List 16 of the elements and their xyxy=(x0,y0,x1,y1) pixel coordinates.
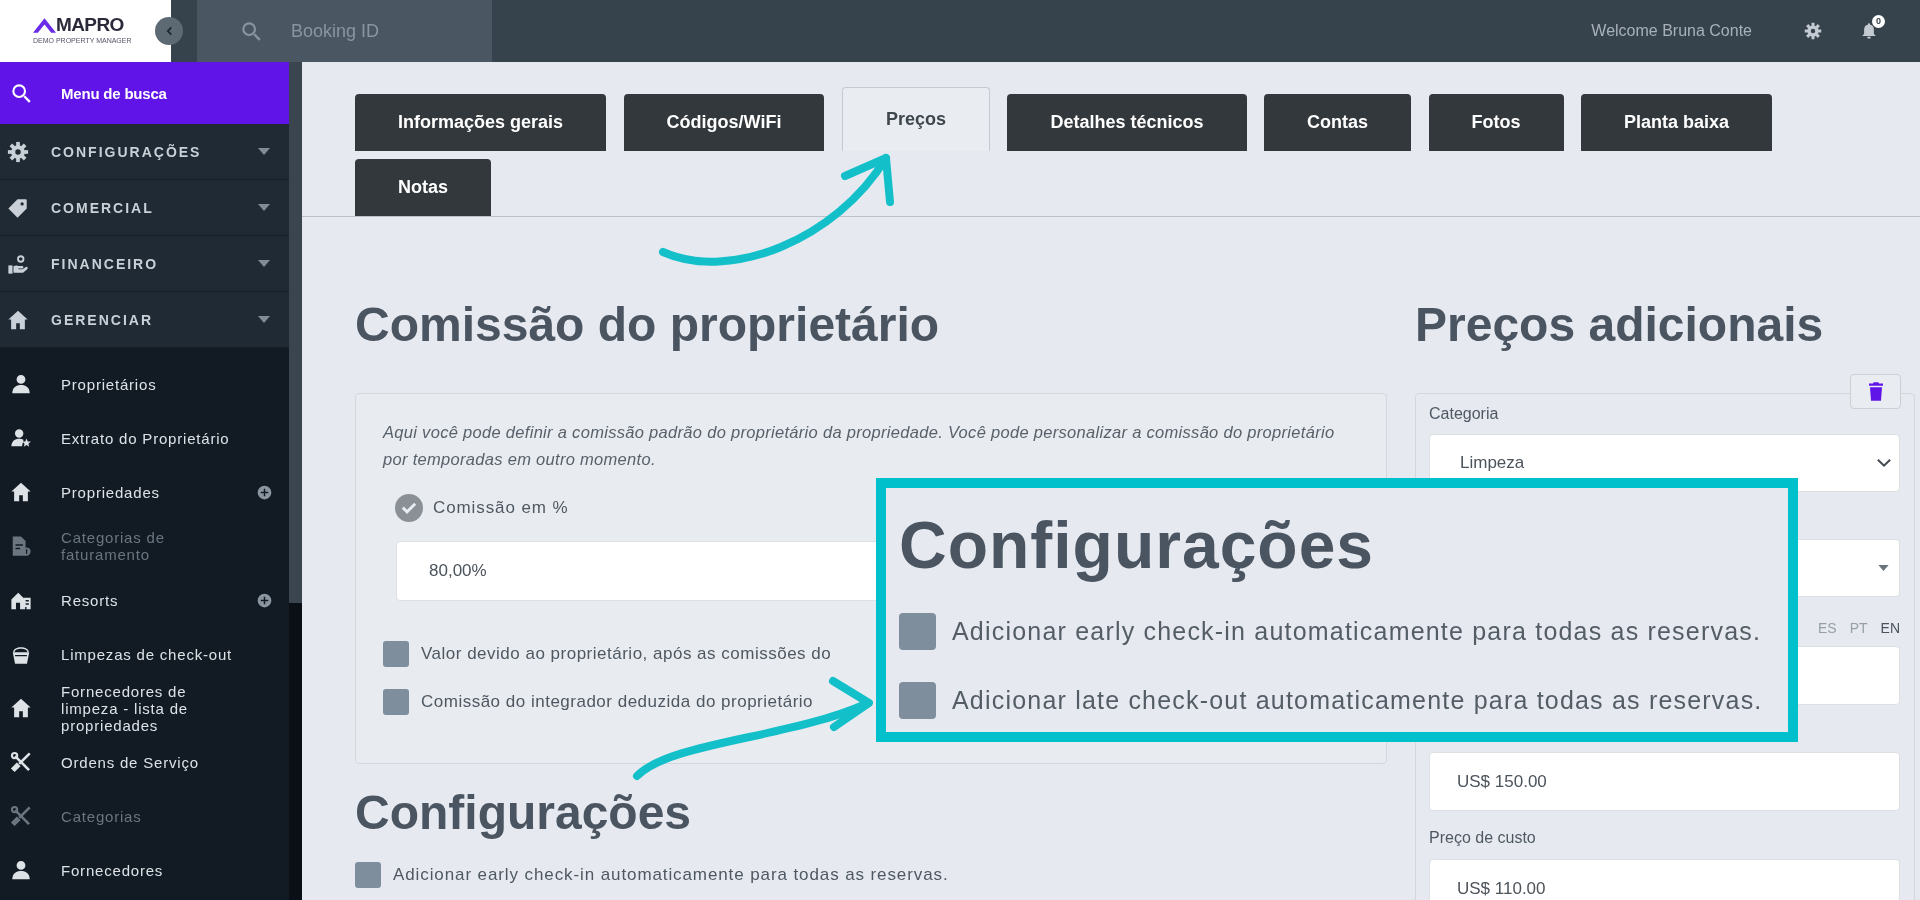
option-label: Comissão em % xyxy=(433,498,569,518)
checkbox-label: Comissão do integrador deduzida do proprietário xyxy=(421,692,814,712)
checkbox-label: Adicionar late check-out automaticamente para todas as reservas. xyxy=(952,686,1763,715)
field-label: Preço de custo xyxy=(1429,828,1537,848)
checkbox-label: Valor devido ao proprietário, após as comissões do xyxy=(421,644,832,664)
description-text: Aqui você pode definir a comissão padrão do proprietário da propriedade. Você pode personalizar a comissão do proprietário por temporadas em outro momento. xyxy=(383,422,1336,470)
checkbox-label: Adicionar early check-in automaticamente para todas as reservas. xyxy=(952,617,1762,646)
field-label: Categoria xyxy=(1429,404,1500,424)
welcome-text: Welcome Bruna Conte xyxy=(1591,22,1752,40)
notification-badge: 0 xyxy=(1872,15,1885,28)
callout-heading: Configurações xyxy=(899,507,1375,583)
section-heading: Comissão do proprietário xyxy=(355,297,941,353)
checkbox-label: Adicionar early check-in automaticamente para todas as reservas. xyxy=(393,865,949,885)
logo-text: MAPRO xyxy=(56,17,124,33)
section-heading: Configurações xyxy=(355,785,693,841)
section-heading: Preços adicionais xyxy=(1415,297,1825,353)
